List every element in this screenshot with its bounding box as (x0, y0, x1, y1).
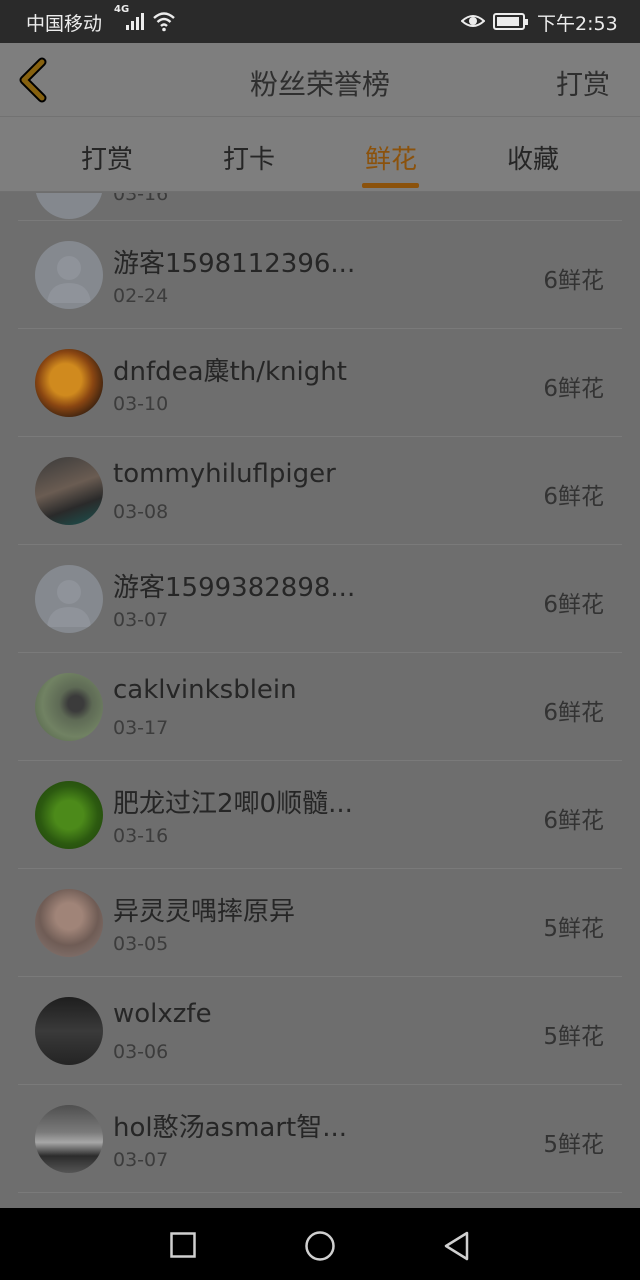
flower-count: 5鲜花 (543, 916, 604, 942)
back-triangle-icon[interactable] (442, 1230, 470, 1262)
app-header: 粉丝荣誉榜 打赏 (0, 43, 640, 117)
list-item[interactable]: 游客1598112396... 02-24 6鲜花 (18, 221, 622, 329)
list-item[interactable]: 游客1599382898... 03-07 6鲜花 (18, 545, 622, 653)
fan-ranking-list[interactable]: 03-16 游客1598112396... 02-24 6鲜花 dnfdea麋t… (0, 193, 640, 1208)
user-name: dnfdea麋th/knight (113, 357, 347, 387)
avatar[interactable] (35, 781, 103, 849)
home-circle-icon[interactable] (304, 1230, 336, 1262)
avatar[interactable] (35, 241, 103, 309)
list-item[interactable]: 异灵灵喁摔原异 03-05 5鲜花 (18, 869, 622, 977)
item-date: 03-16 (113, 825, 169, 847)
avatar (35, 193, 103, 219)
status-time: 下午2:53 (537, 13, 618, 35)
user-name: 肥龙过江2唧0顺髓... (113, 789, 353, 819)
list-item[interactable]: dnfdea麋th/knight 03-10 6鲜花 (18, 329, 622, 437)
avatar[interactable] (35, 997, 103, 1065)
avatar[interactable] (35, 349, 103, 417)
user-name: tommyhiluflpiger (113, 459, 336, 489)
list-item[interactable]: tommyhiluflpiger 03-08 6鲜花 (18, 437, 622, 545)
flower-count: 5鲜花 (543, 1024, 604, 1050)
item-date: 03-16 (113, 193, 169, 205)
list-item[interactable]: 03-16 (18, 193, 622, 221)
tab-favorites[interactable]: 收藏 (462, 139, 604, 176)
flower-count: 6鲜花 (543, 268, 604, 294)
user-name: caklvinksblein (113, 675, 297, 705)
flower-count: 6鲜花 (543, 376, 604, 402)
item-date: 03-06 (113, 1041, 169, 1063)
avatar[interactable] (35, 673, 103, 741)
flower-count: 6鲜花 (543, 808, 604, 834)
item-date: 03-05 (113, 933, 169, 955)
active-tab-indicator (362, 183, 419, 188)
status-bar: 中国移动 4G 下午2:53 (0, 0, 640, 43)
item-date: 02-24 (113, 285, 169, 307)
user-name: 异灵灵喁摔原异 (113, 897, 296, 927)
avatar[interactable] (35, 565, 103, 633)
default-user-icon (47, 580, 91, 627)
item-date: 03-17 (113, 717, 169, 739)
item-date: 03-07 (113, 609, 169, 631)
flower-count: 5鲜花 (543, 1132, 604, 1158)
user-name: 游客1599382898... (113, 573, 356, 603)
tab-bar: 打赏 打卡 鲜花 收藏 (0, 117, 640, 192)
item-date: 03-10 (113, 393, 169, 415)
flower-count: 6鲜花 (543, 484, 604, 510)
recents-square-icon[interactable] (170, 1232, 196, 1258)
list-item[interactable]: wolxzfe 03-06 5鲜花 (18, 977, 622, 1085)
reward-button[interactable]: 打赏 (556, 63, 610, 102)
default-user-icon (47, 256, 91, 303)
eye-comfort-icon (461, 15, 485, 27)
item-date: 03-07 (113, 1149, 169, 1171)
avatar[interactable] (35, 889, 103, 957)
item-date: 03-08 (113, 501, 169, 523)
signal-icon (126, 12, 144, 30)
avatar[interactable] (35, 1105, 103, 1173)
flower-count: 6鲜花 (543, 700, 604, 726)
system-navigation-bar (0, 1208, 640, 1280)
avatar[interactable] (35, 457, 103, 525)
user-name: wolxzfe (113, 999, 212, 1029)
user-name: 游客1598112396... (113, 249, 356, 279)
wifi-icon (153, 12, 175, 32)
tab-reward[interactable]: 打赏 (36, 139, 178, 176)
flower-count: 6鲜花 (543, 592, 604, 618)
tab-checkin[interactable]: 打卡 (178, 139, 320, 176)
page-title: 粉丝荣誉榜 (249, 68, 390, 101)
list-item[interactable]: 肥龙过江2唧0顺髓... 03-16 6鲜花 (18, 761, 622, 869)
user-name: hol憨汤asmart智... (113, 1113, 348, 1143)
list-item[interactable]: caklvinksblein 03-17 6鲜花 (18, 653, 622, 761)
battery-icon (493, 13, 528, 30)
tab-flowers[interactable]: 鲜花 (320, 139, 462, 176)
list-item[interactable]: hol憨汤asmart智... 03-07 5鲜花 (18, 1085, 622, 1193)
carrier-name: 中国移动 (26, 13, 103, 35)
